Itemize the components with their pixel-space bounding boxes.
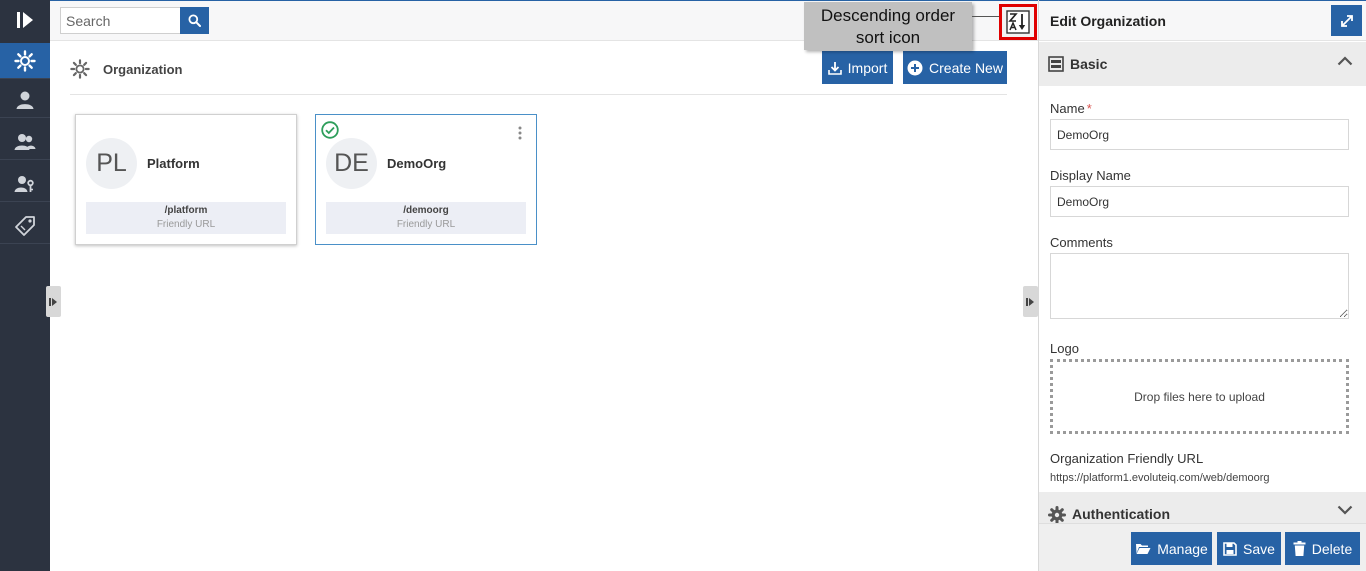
section-header: Organization (70, 57, 182, 81)
user-key-icon (14, 175, 34, 192)
callout-connector (972, 16, 1002, 17)
search-input[interactable] (60, 7, 181, 34)
display-name-label: Display Name (1050, 168, 1131, 183)
rail-item-user-key[interactable] (0, 166, 50, 202)
import-label: Import (847, 59, 888, 76)
organization-gear-icon (70, 59, 90, 79)
save-label: Save (1243, 540, 1275, 557)
collapse-left-panel-toggle[interactable] (46, 286, 61, 317)
logo-icon[interactable] (0, 0, 50, 40)
download-icon (827, 61, 842, 75)
required-marker: * (1086, 101, 1092, 116)
name-label: Name * (1050, 101, 1092, 116)
chevron-up-icon (1337, 56, 1353, 66)
folder-open-icon (1136, 544, 1151, 554)
tag-icon (15, 215, 35, 236)
manage-label: Manage (1157, 540, 1208, 557)
organization-gear-icon (14, 49, 36, 72)
org-card-platform[interactable]: PL Platform /platform Friendly URL (75, 114, 297, 245)
panel-footer: Manage Save Delete (1039, 523, 1366, 571)
check-circle-icon (321, 121, 339, 139)
delete-label: Delete (1311, 540, 1353, 557)
comments-label: Comments (1050, 235, 1113, 250)
basic-section-toggle[interactable]: Basic (1039, 42, 1366, 86)
sort-icon-callout: Descending order sort icon (804, 2, 972, 50)
plus-circle-icon (907, 60, 923, 75)
authentication-section-label: Authentication (1072, 506, 1170, 522)
display-name-field[interactable] (1050, 186, 1349, 217)
authentication-section-toggle[interactable]: Authentication (1039, 492, 1366, 524)
trash-icon (1293, 541, 1306, 556)
edit-organization-panel: Edit Organization Basic Name* Display Na… (1038, 0, 1366, 571)
logo-dropzone[interactable]: Drop files here to upload (1050, 359, 1349, 434)
org-card-demoorg[interactable]: DE DemoOrg /demoorg Friendly URL (315, 114, 537, 245)
chevron-down-icon (1337, 505, 1353, 515)
collapse-right-panel-toggle[interactable] (1023, 286, 1038, 317)
friendly-url-label: Organization Friendly URL (1050, 451, 1204, 466)
comments-field[interactable] (1050, 253, 1349, 319)
rail-item-user[interactable] (0, 82, 50, 118)
search-button[interactable] (180, 7, 209, 34)
friendly-url-value: https://platform1.evoluteiq.com/web/demo… (1050, 472, 1270, 484)
rail-item-organization[interactable] (0, 43, 50, 79)
more-vertical-icon[interactable] (518, 126, 522, 140)
delete-button[interactable]: Delete (1285, 532, 1360, 565)
card-friendly-url: /platform Friendly URL (86, 202, 286, 234)
card-name: DemoOrg (387, 156, 447, 171)
card-url-label: Friendly URL (156, 219, 216, 230)
card-url-value: /demoorg (403, 205, 449, 216)
create-new-label: Create New (929, 59, 1003, 76)
sort-descending-icon (1006, 10, 1030, 34)
rail-item-tag[interactable] (0, 208, 50, 244)
form-icon (1048, 56, 1064, 72)
save-icon (1223, 541, 1237, 556)
card-name: Platform (147, 156, 200, 171)
panel-toggle-icon (1026, 297, 1034, 306)
name-field[interactable] (1050, 119, 1349, 150)
panel-header: Edit Organization (1039, 0, 1366, 41)
panel-toggle-icon (49, 297, 57, 306)
card-friendly-url: /demoorg Friendly URL (326, 202, 526, 234)
basic-section-label: Basic (1070, 56, 1108, 72)
rail-item-users-group[interactable] (0, 124, 50, 160)
descending-sort-button[interactable] (999, 4, 1037, 40)
avatar: DE (326, 138, 377, 189)
left-rail (0, 0, 50, 571)
create-new-button[interactable]: Create New (903, 51, 1007, 84)
callout-line-1: Descending order (820, 6, 956, 25)
users-group-icon (14, 133, 36, 150)
search-icon (188, 14, 201, 27)
expand-icon (1340, 14, 1353, 27)
panel-title: Edit Organization (1050, 13, 1166, 29)
callout-line-2: sort icon (855, 28, 921, 47)
manage-button[interactable]: Manage (1131, 532, 1212, 565)
expand-panel-button[interactable] (1331, 5, 1362, 36)
logo-label: Logo (1050, 341, 1079, 356)
card-url-value: /platform (164, 205, 208, 216)
gear-icon (1048, 506, 1066, 524)
page-title: Organization (103, 61, 183, 77)
section-divider (70, 94, 1007, 95)
avatar: PL (86, 138, 137, 189)
import-button[interactable]: Import (822, 51, 893, 84)
dropzone-text: Drop files here to upload (1134, 389, 1265, 404)
card-url-label: Friendly URL (396, 219, 456, 230)
user-icon (16, 91, 34, 109)
save-button[interactable]: Save (1217, 532, 1281, 565)
name-label-text: Name (1050, 101, 1085, 116)
